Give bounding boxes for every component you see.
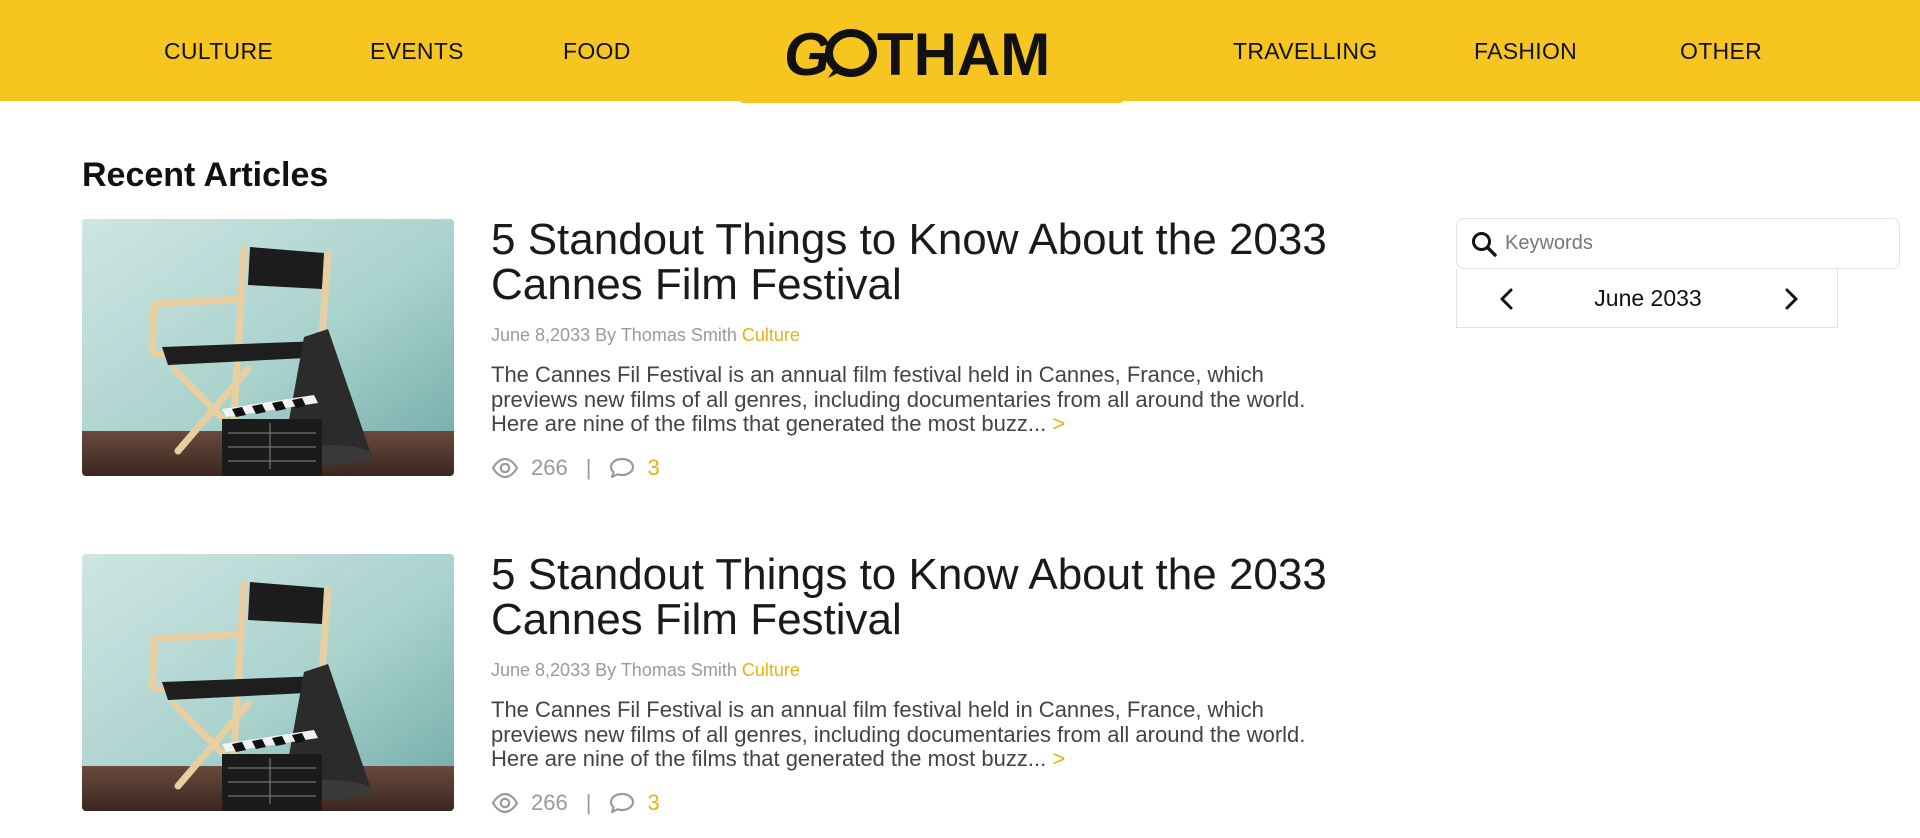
chevron-right-icon[interactable]: [1777, 285, 1805, 313]
article-stats: 266 | 3: [491, 788, 660, 818]
comment-count[interactable]: 3: [647, 455, 659, 481]
nav-item-other[interactable]: OTHER: [1680, 38, 1762, 65]
comment-icon[interactable]: [609, 457, 635, 479]
logo-underline: [740, 99, 1123, 103]
article-excerpt: The Cannes Fil Festival is an annual fil…: [491, 697, 1351, 772]
article-meta: June 8,2033 By Thomas Smith Culture: [491, 325, 800, 346]
stats-separator: |: [585, 790, 592, 815]
nav-item-food[interactable]: FOOD: [563, 38, 631, 65]
director-chair-clapperboard-image: [82, 219, 454, 476]
nav-item-events[interactable]: EVENTS: [370, 38, 464, 65]
calendar-header: June 2033: [1456, 269, 1838, 328]
article-thumbnail[interactable]: [82, 219, 454, 476]
eye-icon: [491, 458, 519, 478]
article-meta: June 8,2033 By Thomas Smith Culture: [491, 660, 800, 681]
view-count: 266: [531, 790, 568, 815]
article-title[interactable]: 5 Standout Things to Know About the 2033…: [491, 217, 1351, 307]
gotham-logo[interactable]: G THAM: [784, 22, 1070, 82]
logo-speech-bubble-o: [825, 29, 877, 78]
view-count: 266: [531, 455, 568, 480]
article-by: By: [595, 325, 617, 345]
article-card: 5 Standout Things to Know About the 2033…: [82, 217, 1342, 519]
article-thumbnail[interactable]: [82, 554, 454, 811]
nav-item-culture[interactable]: CULTURE: [164, 38, 273, 65]
article-category[interactable]: Culture: [742, 660, 800, 680]
article-date: June 8,2033: [491, 660, 591, 680]
article-category[interactable]: Culture: [742, 325, 800, 345]
logo-letter-g: G: [784, 22, 831, 82]
nav-item-travelling[interactable]: TRAVELLING: [1233, 38, 1377, 65]
article-excerpt-text: The Cannes Fil Festival is an annual fil…: [491, 362, 1306, 436]
article-date: June 8,2033: [491, 325, 591, 345]
article-title[interactable]: 5 Standout Things to Know About the 2033…: [491, 552, 1351, 642]
article-author: Thomas Smith: [620, 660, 737, 680]
article-stats: 266 | 3: [491, 453, 660, 483]
eye-icon: [491, 793, 519, 813]
stats-separator: |: [585, 455, 592, 480]
article-by: By: [595, 660, 617, 680]
nav-item-fashion[interactable]: FASHION: [1474, 38, 1577, 65]
read-more-link[interactable]: >: [1052, 411, 1065, 436]
article-author: Thomas Smith: [620, 325, 737, 345]
article-excerpt-text: The Cannes Fil Festival is an annual fil…: [491, 697, 1306, 771]
search-input[interactable]: [1505, 232, 1885, 255]
search-icon[interactable]: [1469, 229, 1499, 259]
article-card: 5 Standout Things to Know About the 2033…: [82, 552, 1342, 838]
article-excerpt: The Cannes Fil Festival is an annual fil…: [491, 362, 1351, 437]
search-box: [1456, 218, 1900, 269]
read-more-link[interactable]: >: [1052, 746, 1065, 771]
comment-count[interactable]: 3: [647, 790, 659, 816]
director-chair-clapperboard-image: [82, 554, 454, 811]
logo-letters-tham: THAM: [877, 22, 1050, 82]
section-title: Recent Articles: [82, 156, 329, 194]
comment-icon[interactable]: [609, 792, 635, 814]
